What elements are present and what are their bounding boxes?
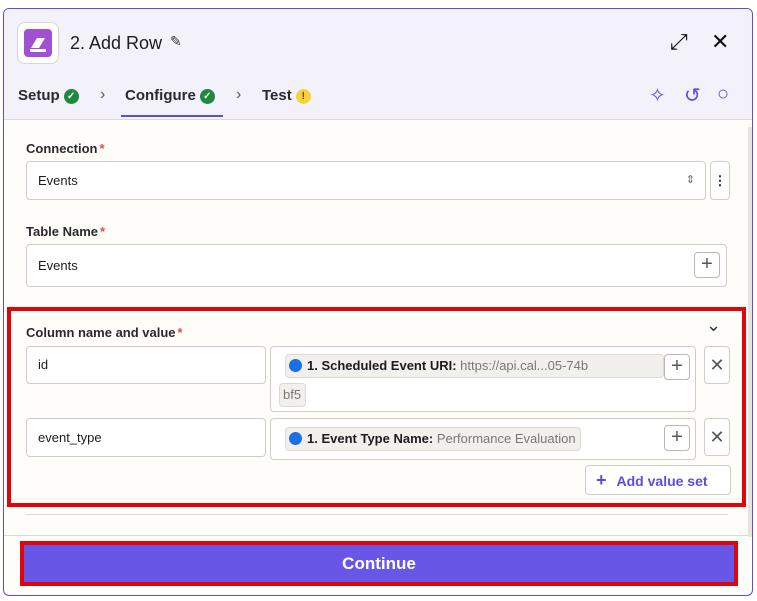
tab-configure[interactable]: Configure ✓ <box>125 87 215 104</box>
chevron-right-icon: › <box>100 86 106 103</box>
app-logo-icon <box>17 22 59 64</box>
active-tab-indicator <box>121 115 223 117</box>
search-icon[interactable]: ○ <box>717 83 729 106</box>
highlight-continue <box>20 541 738 586</box>
connection-label: Connection * <box>26 141 105 156</box>
step-title: 2. Add Row <box>70 33 163 53</box>
more-options-icon[interactable]: ⋮ <box>710 161 730 200</box>
table-name-field[interactable]: Events <box>26 244 727 287</box>
chevron-right-icon: › <box>236 86 242 103</box>
highlight-column-section <box>7 307 746 507</box>
divider <box>26 514 728 515</box>
step-config-panel: 2. Add Row ✎ ⤢ ✕ Setup ✓ › Configure ✓ › T… <box>3 8 753 596</box>
warning-icon: ! <box>295 88 311 104</box>
connection-select[interactable]: Events ⇕ <box>26 161 706 200</box>
tab-test[interactable]: Test! <box>262 87 311 104</box>
expand-icon[interactable]: ⤢ <box>670 29 688 55</box>
close-icon[interactable]: ✕ <box>711 29 729 55</box>
check-icon: ✓ <box>199 88 215 104</box>
select-arrows-icon: ⇕ <box>685 174 695 186</box>
sparkle-icon[interactable]: ✧ <box>649 83 666 108</box>
panel-header: 2. Add Row ✎ ⤢ ✕ <box>4 9 752 75</box>
plus-icon[interactable]: + <box>694 252 720 278</box>
footer-divider <box>4 535 752 536</box>
tab-setup[interactable]: Setup ✓ <box>18 87 79 104</box>
pencil-icon[interactable]: ✎ <box>170 33 182 50</box>
step-tabs: Setup ✓ › Configure ✓ › Test! ✧ ↺ ○ <box>4 75 752 120</box>
scrollbar[interactable] <box>748 127 752 537</box>
check-icon: ✓ <box>63 88 79 104</box>
table-name-label: Table Name * <box>26 224 106 239</box>
undo-icon[interactable]: ↺ <box>684 83 701 108</box>
